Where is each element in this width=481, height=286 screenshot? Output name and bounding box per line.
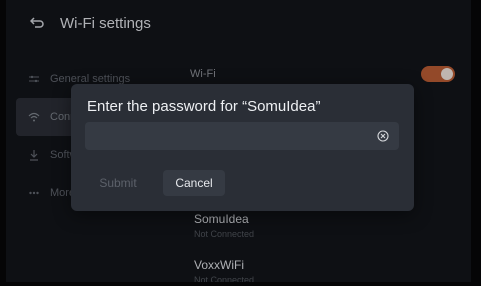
password-field — [85, 122, 399, 150]
wifi-settings-screen: Wi-Fi settings General settings Conn Sof… — [0, 0, 481, 286]
password-input[interactable] — [93, 126, 367, 148]
submit-button[interactable]: Submit — [87, 170, 149, 196]
dialog-title: Enter the password for “SomuIdea” — [87, 98, 321, 115]
cancel-button[interactable]: Cancel — [163, 170, 225, 196]
clear-icon — [377, 130, 389, 142]
password-dialog: Enter the password for “SomuIdea” Submit… — [71, 84, 414, 211]
clear-button[interactable] — [375, 128, 391, 144]
